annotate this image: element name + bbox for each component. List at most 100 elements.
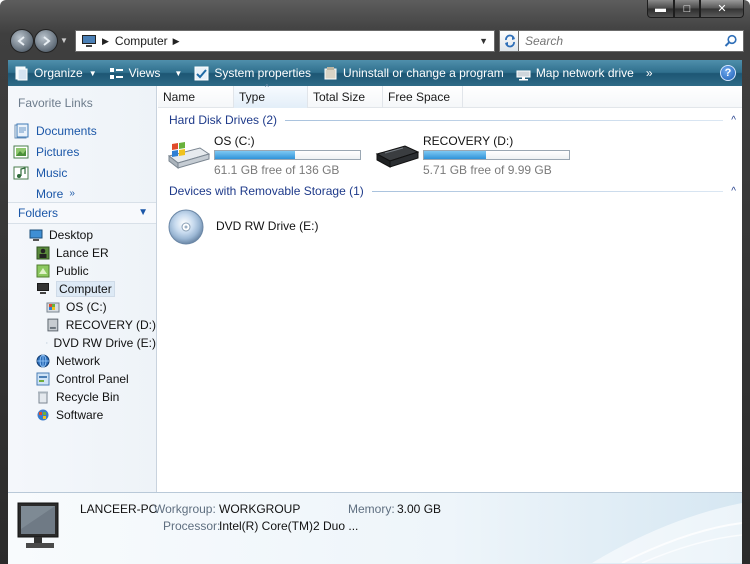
tree-item-recovery-d[interactable]: RECOVERY (D:) xyxy=(8,316,156,334)
tree-item-control-panel[interactable]: Control Panel xyxy=(8,370,156,388)
tree-item-computer[interactable]: Computer xyxy=(8,280,156,298)
maximize-button[interactable]: □ xyxy=(674,0,700,18)
computer-name: LANCEER-PC xyxy=(80,502,158,516)
dvd-drive-icon xyxy=(168,209,204,245)
navigation-pane: Favorite Links Documents Pictures Music … xyxy=(8,86,157,492)
tree-item-label: Control Panel xyxy=(56,372,129,386)
tree-item-label: DVD RW Drive (E:) xyxy=(53,336,156,350)
address-bar[interactable]: ▶ Computer ▶ ▼ xyxy=(75,30,495,52)
column-headers: Name ^ Type Total Size Free Space xyxy=(158,83,742,108)
help-button[interactable]: ? xyxy=(720,65,736,81)
folders-chevron-icon[interactable]: ▼ xyxy=(138,207,148,218)
views-dropdown-arrow: ▼ xyxy=(174,68,183,78)
column-header-name[interactable]: Name xyxy=(158,86,234,108)
drive-dvd-rw-e[interactable]: DVD RW Drive (E:) xyxy=(168,208,368,248)
navigation-row: ▼ ▶ Computer ▶ ▼ xyxy=(8,26,744,56)
computer-monitor-icon xyxy=(17,502,59,548)
tree-item-os-c[interactable]: OS (C:) xyxy=(8,298,156,316)
drive-os-c[interactable]: OS (C:) 61.1 GB free of 136 GB xyxy=(166,134,366,177)
public-folder-icon xyxy=(36,264,50,278)
column-header-total-size[interactable]: Total Size xyxy=(308,86,383,108)
back-arrow-icon xyxy=(17,36,25,46)
user-folder-icon xyxy=(36,246,50,260)
map-network-drive-button[interactable]: Map network drive xyxy=(510,60,640,86)
computer-icon xyxy=(37,283,49,294)
uninstall-program-button[interactable]: Uninstall or change a program xyxy=(317,60,510,86)
column-header-label: Type xyxy=(239,90,266,104)
forward-arrow-icon xyxy=(43,36,51,46)
favorite-more[interactable]: More » xyxy=(13,183,97,204)
column-header-label: Name xyxy=(163,90,196,104)
favorite-music[interactable]: Music xyxy=(13,162,97,183)
search-icon[interactable] xyxy=(724,34,738,48)
minimize-button[interactable]: ▬ xyxy=(647,0,674,18)
help-icon: ? xyxy=(724,67,732,79)
search-input[interactable] xyxy=(525,32,715,50)
drive-name: OS (C:) xyxy=(214,134,255,148)
tree-item-desktop[interactable]: Desktop xyxy=(8,226,156,244)
drive-usage-bar xyxy=(423,150,570,160)
processor-value: Intel(R) Core(TM)2 Duo ... xyxy=(219,519,359,533)
views-label: Views xyxy=(128,66,161,80)
breadcrumb-separator-end[interactable]: ▶ xyxy=(173,36,180,47)
folders-title: Folders xyxy=(18,206,59,220)
tree-item-software[interactable]: Software xyxy=(8,406,156,424)
tree-item-label: Computer xyxy=(56,281,115,297)
collapse-chevron-icon[interactable]: ^ xyxy=(731,186,736,197)
explorer-window: ▬ □ ✕ ▼ ▶ Computer ▶ ▼ Search Organize ▼… xyxy=(0,0,750,564)
tree-item-label: Recycle Bin xyxy=(56,390,120,404)
drive-recovery-d[interactable]: RECOVERY (D:) 5.71 GB free of 9.99 GB xyxy=(375,134,575,177)
back-button[interactable] xyxy=(10,29,34,53)
group-divider xyxy=(285,119,724,121)
organize-button[interactable]: Organize ▼ xyxy=(8,60,103,86)
tree-item-dvd-e[interactable]: DVD RW Drive (E:) xyxy=(8,334,156,352)
drive-usage-fill xyxy=(215,151,295,159)
uninstall-icon xyxy=(324,66,337,79)
more-label: More xyxy=(36,186,64,201)
tree-item-public[interactable]: Public xyxy=(8,262,156,280)
breadcrumb-computer[interactable]: Computer xyxy=(115,34,168,48)
organize-icon xyxy=(15,66,28,80)
recent-pages-dropdown[interactable]: ▼ xyxy=(60,36,68,45)
documents-icon xyxy=(14,123,29,138)
collapse-chevron-icon[interactable]: ^ xyxy=(731,115,736,126)
more-commands-chevron: » xyxy=(645,66,653,80)
folders-header[interactable]: Folders ▼ xyxy=(8,202,156,224)
drive-name: RECOVERY (D:) xyxy=(423,134,514,148)
nav-buttons: ▼ xyxy=(8,27,68,55)
tree-item-recycle-bin[interactable]: Recycle Bin xyxy=(8,388,156,406)
address-dropdown[interactable]: ▼ xyxy=(479,36,488,46)
map-network-drive-icon xyxy=(516,70,531,80)
breadcrumb-separator[interactable]: ▶ xyxy=(102,36,109,47)
group-header-hard-disk-drives[interactable]: Hard Disk Drives (2) ^ xyxy=(169,112,736,128)
software-icon xyxy=(37,409,49,421)
favorite-pictures[interactable]: Pictures xyxy=(13,141,97,162)
tree-item-network[interactable]: Network xyxy=(8,352,156,370)
group-header-removable-storage[interactable]: Devices with Removable Storage (1) ^ xyxy=(169,183,736,199)
pictures-icon xyxy=(13,145,29,158)
system-properties-button[interactable]: System properties xyxy=(188,60,317,86)
file-pane: Name ^ Type Total Size Free Space Hard D… xyxy=(158,83,742,492)
tree-item-label: Public xyxy=(56,264,89,278)
memory-label: Memory: xyxy=(348,502,395,516)
group-title: Devices with Removable Storage (1) xyxy=(169,184,364,198)
more-commands-button[interactable]: » xyxy=(640,60,659,86)
details-pane: LANCEER-PC Workgroup: WORKGROUP Memory: … xyxy=(8,492,742,564)
favorite-documents[interactable]: Documents xyxy=(13,120,97,141)
map-network-drive-label: Map network drive xyxy=(535,66,634,80)
tree-item-label: Software xyxy=(56,408,104,422)
views-icon xyxy=(109,67,123,79)
close-button[interactable]: ✕ xyxy=(700,0,744,18)
group-divider xyxy=(371,190,724,192)
tree-item-lance-er[interactable]: Lance ER xyxy=(8,244,156,262)
network-icon xyxy=(36,354,50,368)
views-button[interactable]: Views ▼ xyxy=(103,60,189,86)
column-header-free-space[interactable]: Free Space xyxy=(383,86,463,108)
control-panel-icon xyxy=(36,372,50,386)
column-header-type[interactable]: ^ Type xyxy=(234,83,308,108)
search-box[interactable] xyxy=(518,30,744,52)
desktop-icon xyxy=(29,229,43,241)
drive-usage-bar xyxy=(214,150,361,160)
os-drive-icon xyxy=(46,302,60,313)
forward-button[interactable] xyxy=(34,29,58,53)
